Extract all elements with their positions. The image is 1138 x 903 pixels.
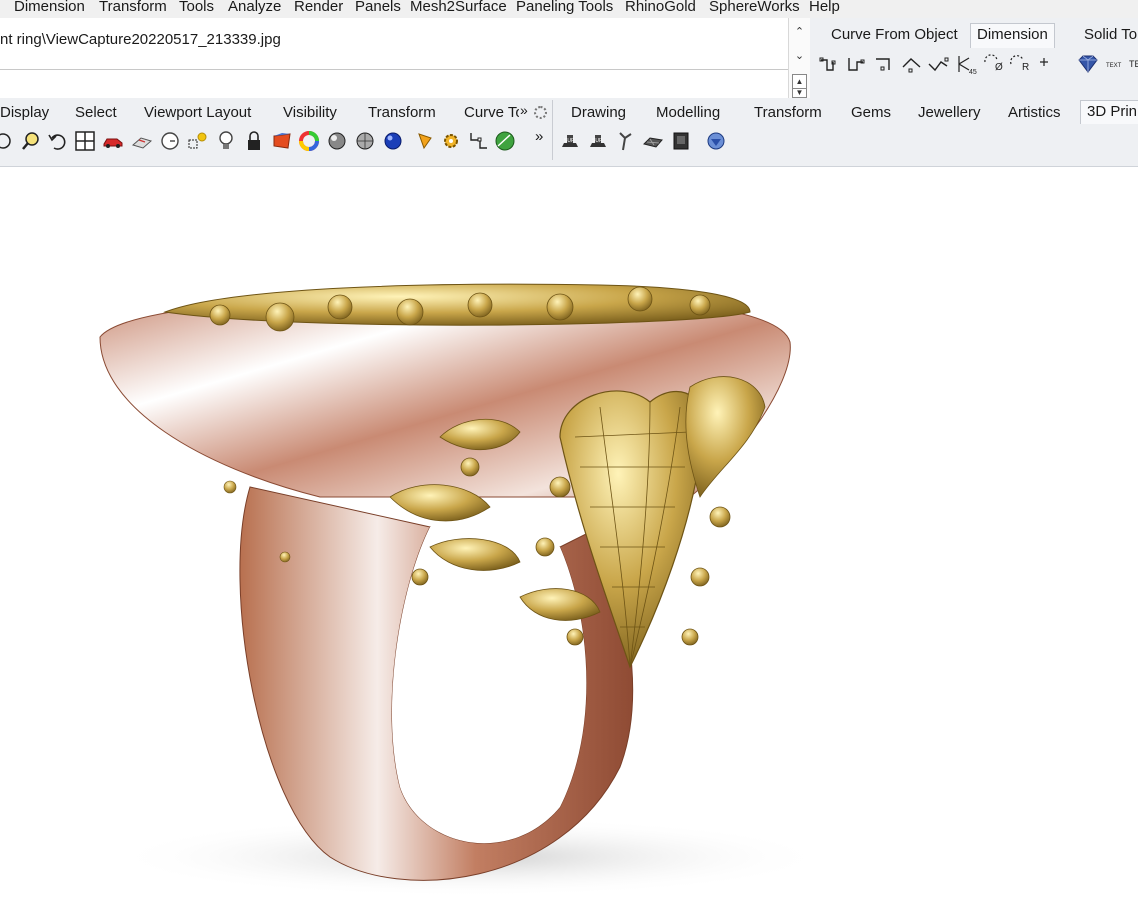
command-prompt-input[interactable]	[0, 70, 788, 95]
material-icon[interactable]	[271, 130, 293, 152]
tab-jewellery[interactable]: Jewellery	[918, 104, 981, 121]
command-history-line: nt ring\ViewCapture20220517_213339.jpg	[0, 31, 281, 48]
support-alt-icon[interactable]: SUP	[587, 130, 609, 152]
svg-text:TE: TE	[1129, 59, 1138, 69]
rotate-view-icon[interactable]	[0, 130, 14, 152]
scroll-spin-up-icon[interactable]: ▲	[792, 74, 807, 89]
car-render-icon[interactable]	[102, 130, 124, 152]
pencil-icon[interactable]	[414, 130, 436, 152]
menu-sphereworks[interactable]: SphereWorks	[709, 0, 800, 15]
rotated-dimension-icon[interactable]	[873, 52, 897, 76]
globe-icon[interactable]	[494, 130, 516, 152]
tab-display[interactable]: Display	[0, 104, 49, 121]
leader-icon[interactable]	[1032, 52, 1056, 76]
dimension-toolbar-panel: Curve From Object Dimension Solid To 45 …	[810, 18, 1138, 98]
svg-text:SUP: SUP	[592, 138, 603, 144]
rendered-sphere-icon[interactable]	[354, 130, 376, 152]
angle-3pt-dimension-icon[interactable]	[927, 52, 951, 76]
svg-text:TEXT: TEXT	[1106, 63, 1122, 69]
diameter-dimension-icon[interactable]: Ø	[982, 52, 1006, 76]
scroll-spin-down-icon[interactable]: ▼	[792, 88, 807, 98]
tab-3d-print[interactable]: 3D Prin	[1080, 100, 1138, 124]
shaded-sphere-icon[interactable]	[326, 130, 348, 152]
menu-rhinogold[interactable]: RhinoGold	[625, 0, 696, 15]
menu-help[interactable]: Help	[809, 0, 840, 15]
bulb-icon[interactable]	[215, 130, 237, 152]
menu-tools[interactable]: Tools	[179, 0, 214, 15]
scroll-down-icon[interactable]: ⌄	[792, 48, 807, 64]
aligned-dimension-icon[interactable]	[845, 52, 869, 76]
tab-artistics[interactable]: Artistics	[1008, 104, 1061, 121]
diamond-icon[interactable]	[705, 130, 727, 152]
plane-icon[interactable]	[131, 130, 153, 152]
menu-panels[interactable]: Panels	[355, 0, 401, 15]
perspective-viewport[interactable]	[0, 167, 1138, 903]
menu-transform[interactable]: Transform	[99, 0, 167, 15]
menu-mesh2surface[interactable]: Mesh2Surface	[410, 0, 507, 15]
tab-select[interactable]: Select	[75, 104, 117, 121]
svg-text:Ø: Ø	[995, 62, 1003, 73]
ordinate-dimension-icon[interactable]: 45	[955, 52, 979, 76]
tab-transform-2[interactable]: Transform	[754, 104, 822, 121]
color-wheel-icon[interactable]	[298, 130, 320, 152]
gear-grid-icon[interactable]	[440, 130, 462, 152]
clock-icon[interactable]	[159, 130, 181, 152]
tab-solid-tools[interactable]: Solid To	[1078, 24, 1138, 46]
menu-bar: Dimension Transform Tools Analyze Render…	[0, 0, 1138, 18]
svg-text:45: 45	[969, 69, 977, 76]
menu-analyze[interactable]: Analyze	[228, 0, 281, 15]
slice-icon[interactable]	[642, 130, 664, 152]
command-scrollbar[interactable]: ⌃ ⌄ ▲ ▼	[788, 18, 811, 98]
ring-render	[99, 283, 830, 897]
tab-curve-from-object[interactable]: Curve From Object	[825, 24, 964, 46]
tab-curve-tools[interactable]: Curve To	[464, 104, 519, 121]
toolbar-splitter[interactable]	[552, 100, 553, 160]
tab-viewport-layout[interactable]: Viewport Layout	[144, 104, 251, 121]
menu-dimension[interactable]: Dimension	[14, 0, 85, 15]
tab-transform[interactable]: Transform	[368, 104, 436, 121]
support-icon[interactable]: SUP	[559, 130, 581, 152]
gem-dimension-icon[interactable]	[1076, 52, 1100, 76]
svg-text:R: R	[1022, 62, 1029, 73]
menu-render[interactable]: Render	[294, 0, 343, 15]
scroll-up-icon[interactable]: ⌃	[792, 24, 807, 40]
tree-icon[interactable]	[615, 130, 637, 152]
more-tools-icon[interactable]: »	[535, 128, 543, 145]
zoom-icon[interactable]	[20, 130, 42, 152]
four-viewports-icon[interactable]	[74, 130, 96, 152]
blue-sphere-icon[interactable]	[382, 130, 404, 152]
menu-paneling-tools[interactable]: Paneling Tools	[516, 0, 613, 15]
tab-visibility[interactable]: Visibility	[283, 104, 337, 121]
wire-icon[interactable]	[468, 130, 490, 152]
lights-icon[interactable]	[187, 130, 209, 152]
tab-drawing[interactable]: Drawing	[571, 104, 626, 121]
angle-dimension-icon[interactable]	[900, 52, 924, 76]
radius-dimension-icon[interactable]: R	[1008, 52, 1032, 76]
tab-overflow-icon[interactable]: »	[520, 102, 528, 118]
gear-icon[interactable]	[534, 106, 547, 119]
svg-text:SUP: SUP	[564, 138, 575, 144]
tab-modelling[interactable]: Modelling	[656, 104, 720, 121]
undo-view-icon[interactable]	[47, 130, 69, 152]
linear-dimension-icon[interactable]	[818, 52, 842, 76]
text-icon[interactable]: TEXT	[1103, 52, 1127, 76]
text-edit-icon[interactable]: TE	[1126, 52, 1138, 76]
tab-dimension[interactable]: Dimension	[970, 23, 1055, 48]
tab-gems[interactable]: Gems	[851, 104, 891, 121]
printer-icon[interactable]	[670, 130, 692, 152]
lock-icon[interactable]	[243, 130, 265, 152]
command-history[interactable]: nt ring\ViewCapture20220517_213339.jpg	[0, 22, 788, 70]
